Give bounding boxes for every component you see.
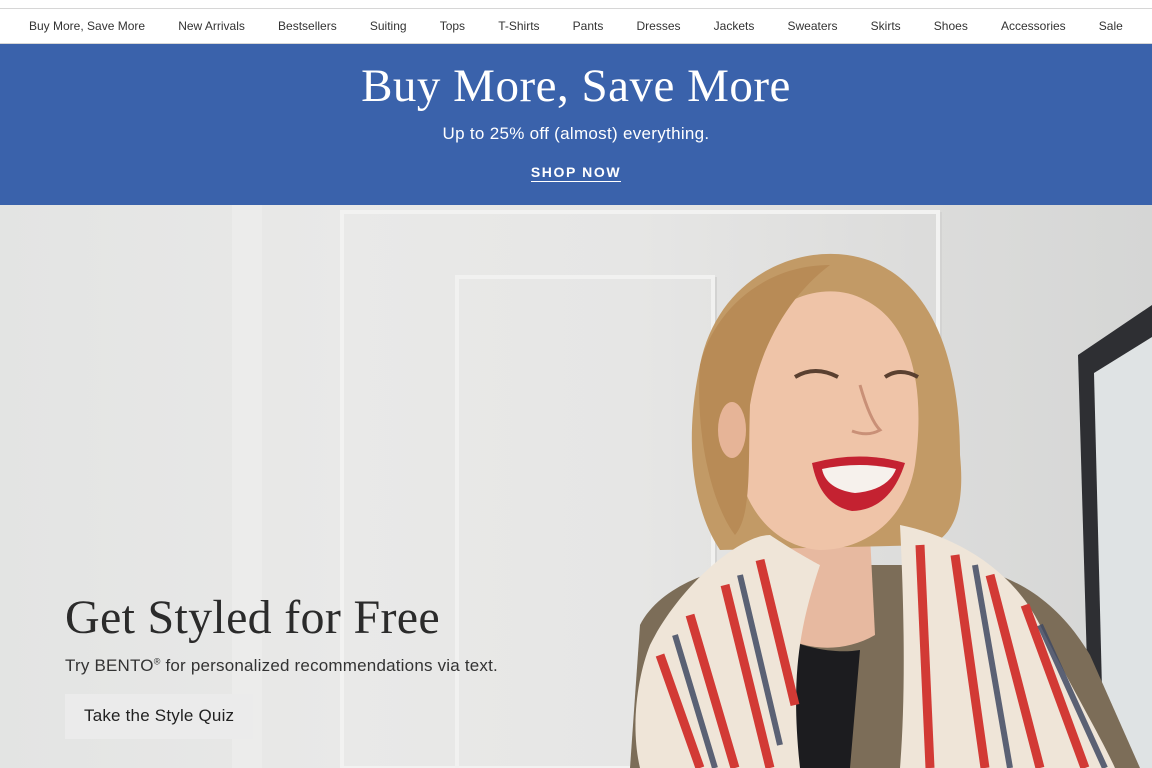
nav-list: Buy More, Save More New Arrivals Bestsel…	[0, 9, 1152, 43]
registered-mark: ®	[153, 656, 161, 667]
nav-item-jackets[interactable]: Jackets	[714, 19, 755, 33]
shop-now-link[interactable]: SHOP NOW	[530, 164, 622, 182]
hero-description-suffix: for personalized recommendations via tex…	[160, 656, 498, 675]
nav-item-tops[interactable]: Tops	[440, 19, 465, 33]
hero-banner: Get Styled for Free Try BENTO® for perso…	[0, 205, 1152, 768]
nav-item-skirts[interactable]: Skirts	[871, 19, 901, 33]
promo-title: Buy More, Save More	[361, 60, 791, 112]
promo-banner: Buy More, Save More Up to 25% off (almos…	[0, 44, 1152, 205]
nav-item-t-shirts[interactable]: T-Shirts	[498, 19, 539, 33]
hero-description: Try BENTO® for personalized recommendati…	[65, 656, 498, 676]
nav-item-shoes[interactable]: Shoes	[934, 19, 968, 33]
nav-item-accessories[interactable]: Accessories	[1001, 19, 1066, 33]
main-navigation: Buy More, Save More New Arrivals Bestsel…	[0, 8, 1152, 44]
promo-subtitle: Up to 25% off (almost) everything.	[442, 124, 710, 143]
style-quiz-button[interactable]: Take the Style Quiz	[65, 694, 254, 739]
nav-item-suiting[interactable]: Suiting	[370, 19, 407, 33]
nav-item-bestsellers[interactable]: Bestsellers	[278, 19, 337, 33]
hero-copy: Get Styled for Free Try BENTO® for perso…	[65, 590, 498, 739]
nav-item-sweaters[interactable]: Sweaters	[787, 19, 837, 33]
nav-item-new-arrivals[interactable]: New Arrivals	[178, 19, 245, 33]
nav-item-buy-more[interactable]: Buy More, Save More	[29, 19, 145, 33]
hero-description-prefix: Try BENTO	[65, 656, 154, 675]
nav-item-dresses[interactable]: Dresses	[637, 19, 681, 33]
nav-item-sale[interactable]: Sale	[1099, 19, 1123, 33]
hero-title: Get Styled for Free	[65, 591, 440, 644]
nav-item-pants[interactable]: Pants	[573, 19, 604, 33]
